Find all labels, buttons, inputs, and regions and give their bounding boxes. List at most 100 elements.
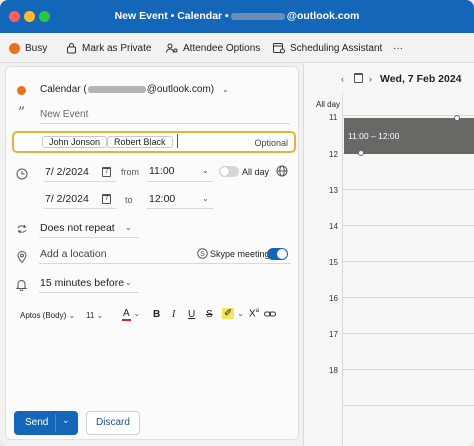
redacted-email xyxy=(87,85,146,93)
send-button[interactable]: Send ⌄ xyxy=(14,411,78,435)
hour-line xyxy=(342,297,474,298)
busy-button[interactable]: Busy xyxy=(9,41,47,55)
hour-label: 12 xyxy=(329,150,338,159)
calendar-icon xyxy=(354,73,363,83)
bold-button[interactable]: B xyxy=(153,309,160,320)
hour-line xyxy=(342,225,474,226)
font-family-select[interactable]: Aptos (Body) ⌄ xyxy=(20,311,75,320)
hour-label: 17 xyxy=(329,330,338,339)
divider xyxy=(39,292,139,293)
font-color-icon: A xyxy=(122,308,131,321)
reminder-select[interactable]: 15 minutes before xyxy=(40,277,124,289)
discard-button[interactable]: Discard xyxy=(86,411,140,435)
chevron-down-icon[interactable]: ⌄ xyxy=(62,415,70,426)
start-date-picker[interactable]: 7 xyxy=(102,165,111,177)
start-time-select[interactable]: 11:00 xyxy=(149,165,175,177)
to-label: to xyxy=(125,195,133,205)
highlight-button[interactable]: ✐ ⌄ xyxy=(222,308,244,319)
next-day-button[interactable]: › xyxy=(369,74,372,84)
hour-label: 18 xyxy=(329,366,338,375)
scheduling-assistant-button[interactable]: Scheduling Assistant xyxy=(273,41,382,55)
split-divider xyxy=(55,414,56,432)
clock-icon xyxy=(15,167,28,180)
italic-button[interactable]: I xyxy=(172,309,175,320)
more-options-button[interactable]: ··· xyxy=(393,41,403,55)
optional-attendees-toggle[interactable]: Optional xyxy=(254,138,288,148)
calendar-date-title: Wed, 7 Feb 2024 xyxy=(380,73,462,85)
hour-line xyxy=(342,261,474,262)
font-color-button[interactable]: A ⌄ xyxy=(122,308,140,321)
all-day-label: All day xyxy=(242,167,270,177)
skype-meeting-toggle[interactable] xyxy=(267,248,288,260)
today-button[interactable] xyxy=(354,73,363,86)
attendee-options-button[interactable]: Attendee Options xyxy=(166,41,260,55)
calendar-color-icon xyxy=(15,84,28,97)
day-calendar-panel: ‹ › Wed, 7 Feb 2024 All day 11 12 13 14 … xyxy=(303,63,474,446)
busy-status-icon xyxy=(9,42,20,54)
new-event-block[interactable]: 11:00 – 12:00 xyxy=(344,118,474,154)
repeat-icon xyxy=(15,222,28,235)
location-pin-icon xyxy=(15,250,28,263)
svg-text:S: S xyxy=(200,251,205,258)
divider xyxy=(40,123,290,124)
calendar-icon: 7 xyxy=(102,194,111,204)
divider xyxy=(39,263,291,264)
hour-label: 13 xyxy=(329,186,338,195)
hour-label: 11 xyxy=(329,113,338,122)
hour-line xyxy=(342,333,474,334)
font-size-select[interactable]: 11 ⌄ xyxy=(86,311,103,320)
attendee-settings-icon xyxy=(166,42,178,54)
from-label: from xyxy=(121,167,139,177)
quote-icon: ” xyxy=(17,104,26,121)
chevron-down-icon[interactable]: ⌄ xyxy=(222,85,229,94)
hour-line xyxy=(342,369,474,370)
event-title-input[interactable]: New Event xyxy=(40,109,88,120)
event-form: Calendar (@outlook.com) ⌄ ” New Event Jo… xyxy=(5,66,299,440)
repeat-select[interactable]: Does not repeat xyxy=(40,222,115,234)
attendees-field[interactable]: John Jonson Robert Black Optional xyxy=(12,131,296,153)
hour-label: 15 xyxy=(329,258,338,267)
all-day-toggle[interactable] xyxy=(219,166,239,177)
hour-line xyxy=(342,405,474,406)
window-title: New Event • Calendar • @outlook.com xyxy=(114,10,360,22)
time-gutter-divider xyxy=(342,93,343,446)
skype-label: Skype meeting xyxy=(210,249,270,259)
attendee-chip[interactable]: John Jonson xyxy=(42,136,108,148)
lock-icon xyxy=(65,42,77,54)
text-cursor xyxy=(177,134,178,148)
chevron-down-icon[interactable]: ⌄ xyxy=(125,278,132,287)
chevron-down-icon[interactable]: ⌄ xyxy=(202,166,209,175)
end-date-picker[interactable]: 7 xyxy=(102,192,111,204)
previous-day-button[interactable]: ‹ xyxy=(341,74,344,84)
title-bar: New Event • Calendar • @outlook.com xyxy=(0,0,474,33)
globe-icon[interactable] xyxy=(276,165,288,180)
link-icon[interactable] xyxy=(264,309,276,322)
divider xyxy=(44,181,116,182)
redacted-email xyxy=(230,12,285,20)
attendee-chip[interactable]: Robert Black xyxy=(107,136,173,148)
divider xyxy=(44,208,116,209)
chevron-down-icon[interactable]: ⌄ xyxy=(202,194,209,203)
mark-private-button[interactable]: Mark as Private xyxy=(65,41,151,55)
end-date-input[interactable]: 7/ 2/2024 xyxy=(45,193,89,205)
underline-button[interactable]: U xyxy=(188,309,195,320)
calendar-icon: 7 xyxy=(102,167,111,177)
chevron-down-icon[interactable]: ⌄ xyxy=(125,223,132,232)
all-day-row-label: All day xyxy=(316,100,341,109)
divider xyxy=(39,237,139,238)
hour-line xyxy=(342,189,474,190)
end-time-select[interactable]: 12:00 xyxy=(149,193,175,205)
highlighter-icon: ✐ xyxy=(222,308,235,319)
hour-label: 16 xyxy=(329,294,338,303)
calendar-selector[interactable]: Calendar (@outlook.com) xyxy=(40,84,214,95)
clear-formatting-button[interactable]: Xa xyxy=(249,308,259,319)
event-resize-handle-bottom[interactable] xyxy=(358,150,364,156)
location-input[interactable]: Add a location xyxy=(40,248,107,260)
strikethrough-button[interactable]: S xyxy=(206,309,213,320)
toolbar: Busy Mark as Private Attendee Options Sc… xyxy=(0,33,474,63)
event-resize-handle-top[interactable] xyxy=(454,115,460,121)
event-window: New Event • Calendar • @outlook.com Busy … xyxy=(0,0,474,446)
calendar-people-icon xyxy=(273,42,285,54)
bell-icon xyxy=(15,278,28,291)
start-date-input[interactable]: 7/ 2/2024 xyxy=(45,166,89,178)
